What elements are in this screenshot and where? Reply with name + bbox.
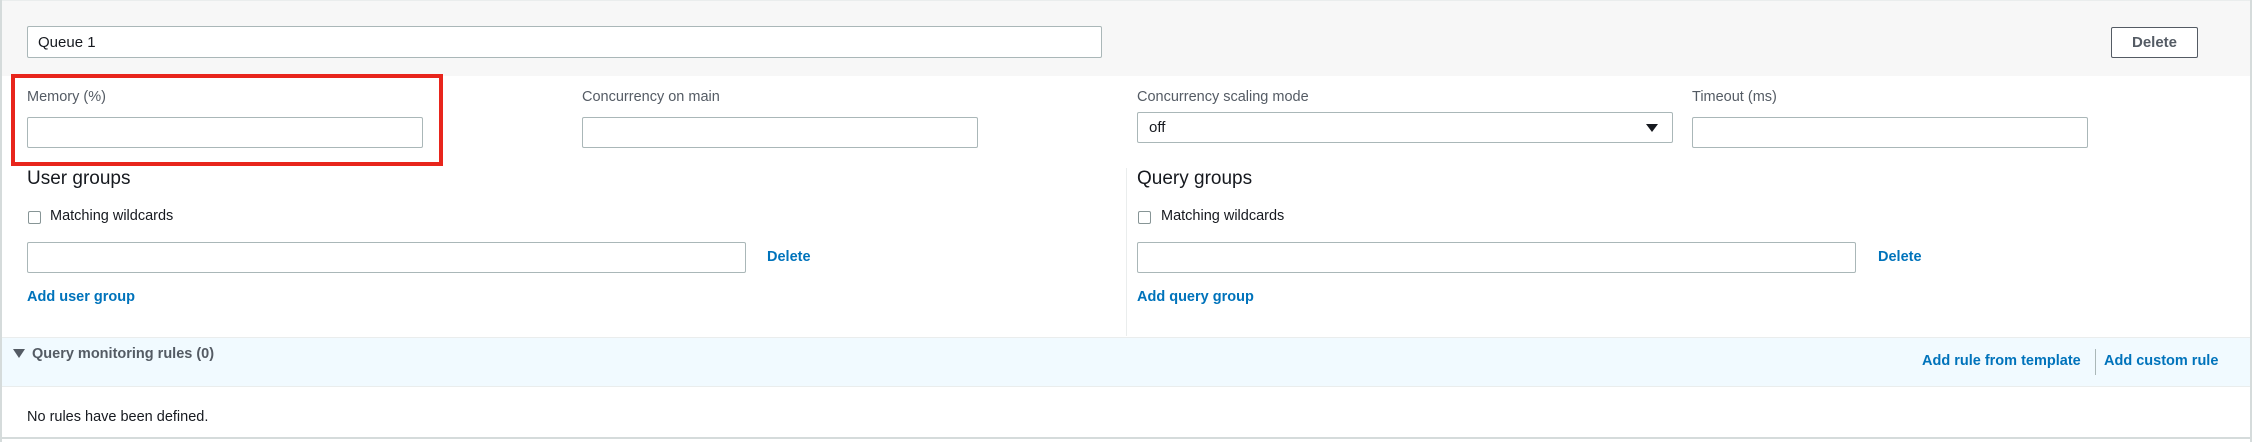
query-monitoring-title[interactable]: Query monitoring rules (0) bbox=[32, 346, 214, 362]
user-groups-wildcards-label: Matching wildcards bbox=[50, 208, 174, 224]
scaling-mode-select[interactable]: off bbox=[1137, 112, 1673, 143]
delete-user-group-link[interactable]: Delete bbox=[767, 249, 811, 265]
user-groups-title: User groups bbox=[27, 168, 131, 189]
delete-query-group-link[interactable]: Delete bbox=[1878, 249, 1922, 265]
queue-name-input[interactable] bbox=[27, 26, 1102, 58]
add-rule-from-template-link[interactable]: Add rule from template bbox=[1922, 353, 2081, 369]
add-user-group-link[interactable]: Add user group bbox=[27, 289, 135, 305]
query-group-input[interactable] bbox=[1137, 242, 1856, 273]
query-groups-title: Query groups bbox=[1137, 168, 1253, 189]
timeout-label: Timeout (ms) bbox=[1692, 89, 1777, 105]
user-group-input[interactable] bbox=[27, 242, 746, 273]
query-monitoring-bar: Query monitoring rules (0) Add rule from… bbox=[2, 337, 2250, 387]
concurrency-input[interactable] bbox=[582, 117, 978, 148]
column-divider bbox=[1126, 168, 1127, 336]
caret-down-icon bbox=[1646, 124, 1658, 132]
add-query-group-link[interactable]: Add query group bbox=[1137, 289, 1254, 305]
query-groups-wildcards-checkbox[interactable] bbox=[1138, 211, 1151, 224]
concurrency-label: Concurrency on main bbox=[582, 89, 720, 105]
link-separator bbox=[2095, 349, 2096, 375]
no-rules-message: No rules have been defined. bbox=[27, 409, 209, 425]
user-groups-wildcards-checkbox[interactable] bbox=[28, 211, 41, 224]
query-groups-wildcards-label: Matching wildcards bbox=[1161, 208, 1285, 224]
delete-queue-button[interactable]: Delete bbox=[2111, 27, 2198, 58]
timeout-input[interactable] bbox=[1692, 117, 2088, 148]
caret-down-icon[interactable] bbox=[13, 349, 25, 358]
scaling-mode-label: Concurrency scaling mode bbox=[1137, 89, 1309, 105]
add-custom-rule-link[interactable]: Add custom rule bbox=[2104, 353, 2218, 369]
scaling-mode-value: off bbox=[1149, 119, 1166, 136]
highlight-box bbox=[11, 74, 443, 166]
panel-bottom-border bbox=[2, 437, 2250, 439]
